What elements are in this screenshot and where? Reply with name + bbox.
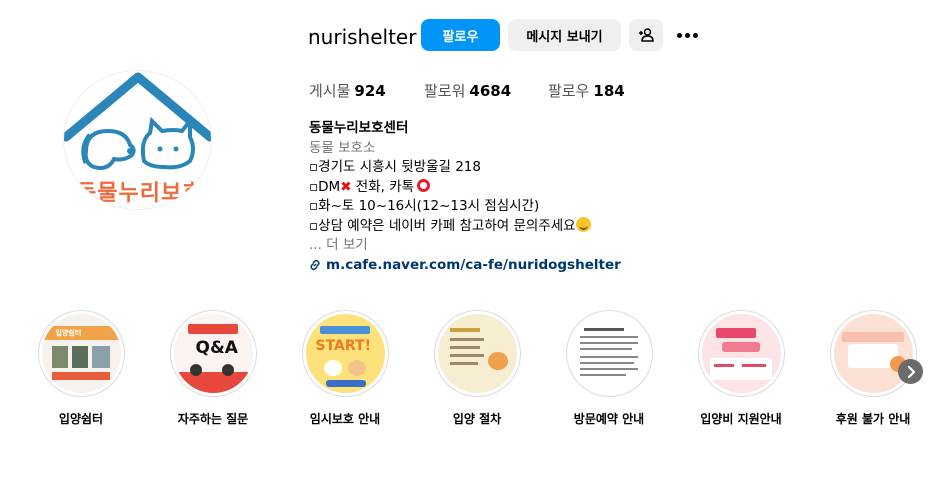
bio-external-link[interactable]: m.cafe.naver.com/ca-fe/nuridogshelter [309, 256, 621, 276]
highlight-label: 임시보호 안내 [309, 412, 381, 426]
highlight-item[interactable]: 방문예약 안내 [549, 310, 669, 427]
profile-avatar-wrapper[interactable]: 동물누리보호 [63, 70, 212, 210]
followers-count: 4684 [469, 82, 512, 100]
profile-bio: 동물누리보호센터 동물 보호소 ▫경기도 시흥시 뒷방울길 218 ▫DM✖ 전… [309, 119, 621, 275]
bio-category: 동물 보호소 [309, 139, 376, 156]
chevron-right-icon [907, 365, 915, 378]
avatar[interactable]: 동물누리보호 [63, 70, 212, 210]
highlight-item[interactable]: 입양비 지원안내 [681, 310, 801, 427]
circle-mark-icon [417, 178, 431, 192]
highlight-cover: Q&A [173, 314, 253, 393]
bio-line-reservation: ▫상담 예약은 네이버 카페 참고하여 문의주세요 [309, 216, 621, 237]
highlight-ring: START! [301, 310, 389, 397]
bio-link-text: m.cafe.naver.com/ca-fe/nuridogshelter [326, 256, 621, 273]
highlight-ring [697, 310, 785, 397]
following-label: 팔로우 [548, 82, 590, 100]
highlight-label: 후원 불가 안내 [835, 412, 911, 426]
highlight-cover [437, 314, 517, 393]
followers-label: 팔로워 [424, 82, 466, 100]
bio-line-contact-pre: ▫DM [309, 178, 341, 195]
highlight-cover [569, 314, 649, 393]
following-count: 184 [593, 82, 625, 100]
posts-stat: 게시물 924 [309, 80, 386, 101]
bio-line-reservation-text: ▫상담 예약은 네이버 카페 참고하여 문의주세요 [309, 217, 576, 234]
bio-more-link[interactable]: ... 더 보기 [309, 236, 621, 256]
bio-line-contact-post: 전화, 카톡 [351, 178, 415, 195]
posts-count: 924 [354, 82, 386, 100]
highlight-cover-text: Q&A [195, 338, 238, 358]
follow-button[interactable]: 팔로우 [421, 19, 500, 51]
highlight-label: 입양 절차 [452, 412, 502, 426]
more-icon-dot [692, 32, 698, 38]
highlight-label: 입양쉼터 [58, 412, 104, 426]
posts-label: 게시물 [309, 82, 351, 100]
highlight-label: 입양비 지원안내 [700, 412, 782, 426]
cross-mark-icon: ✖ [340, 178, 352, 195]
highlight-cover: START! [305, 314, 385, 393]
story-highlights: 입양쉼터 입양쉼터 Q&A 자주하는 질문 START! 임시보호 안내 입양 … [0, 310, 937, 430]
avatar-logo-text: 동물누리보호 [76, 181, 204, 206]
link-icon [310, 260, 320, 271]
highlight-ring [565, 310, 653, 397]
highlight-cover [701, 314, 781, 393]
highlight-label: 방문예약 안내 [573, 412, 645, 426]
highlights-next-button[interactable] [898, 359, 923, 384]
suggest-user-button[interactable] [629, 19, 663, 51]
highlight-cover-text: 입양쉼터 [55, 329, 82, 337]
more-icon-dot [676, 32, 682, 38]
highlight-item[interactable]: START! 임시보호 안내 [285, 310, 405, 427]
highlight-cover [833, 314, 913, 393]
highlight-cover-text: START! [315, 338, 371, 354]
followers-stat[interactable]: 팔로워 4684 [424, 80, 511, 101]
more-icon-dot [684, 32, 690, 38]
highlight-ring [829, 310, 917, 397]
bio-line-contact: ▫DM✖ 전화, 카톡 [309, 178, 621, 198]
profile-username: nurishelter [308, 25, 417, 49]
bio-name: 동물누리보호센터 [309, 120, 409, 136]
smile-emoji-icon [575, 216, 591, 232]
message-button[interactable]: 메시지 보내기 [508, 19, 621, 51]
highlight-label: 자주하는 질문 [177, 412, 249, 426]
following-stat[interactable]: 팔로우 184 [548, 80, 625, 101]
more-options-button[interactable] [675, 25, 699, 45]
highlight-item[interactable]: Q&A 자주하는 질문 [153, 310, 273, 427]
highlight-ring: Q&A [169, 310, 257, 397]
add-user-icon [639, 28, 654, 42]
highlight-cover: 입양쉼터 [41, 314, 121, 393]
highlight-ring [433, 310, 521, 397]
highlight-item[interactable]: 입양 절차 [417, 310, 537, 427]
highlight-item[interactable]: 입양쉼터 입양쉼터 [21, 310, 141, 427]
bio-line-hours: ▫화~토 10~16시(12~13시 점심시간) [309, 198, 540, 214]
bio-line-address: ▫경기도 시흥시 뒷방울길 218 [309, 159, 481, 175]
highlight-ring: 입양쉼터 [37, 310, 125, 397]
